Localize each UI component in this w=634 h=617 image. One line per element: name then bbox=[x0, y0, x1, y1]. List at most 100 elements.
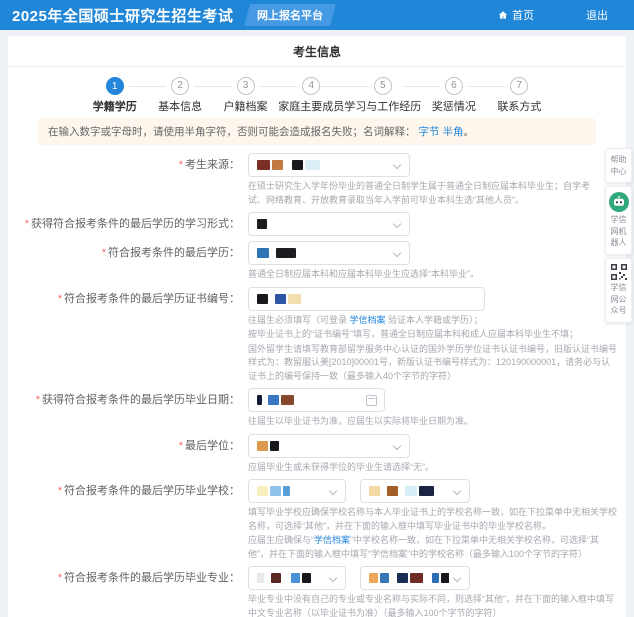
required-mark: * bbox=[58, 485, 62, 497]
step-circle: 2 bbox=[171, 77, 189, 95]
certificate-number-input[interactable] bbox=[248, 287, 485, 311]
chevron-down-icon bbox=[393, 249, 401, 257]
form-row-study-form: *获得符合报考条件的最后学历的学习形式： bbox=[8, 212, 626, 236]
required-mark: * bbox=[58, 572, 62, 584]
chevron-down-icon bbox=[393, 220, 401, 228]
step-circle: 1 bbox=[106, 77, 124, 95]
redacted-value bbox=[369, 573, 449, 583]
form-row-candidate-source: *考生来源： 在硕士研究生入学年份毕业的普通全日制学生属于普通全日制应届本科毕业… bbox=[8, 153, 626, 207]
step-indicator: 1 学籍学历 2 基本信息 3 户籍档案 4 家庭主要成员 5 学习与工作经历 … bbox=[82, 77, 552, 114]
final-degree-help: 应届毕业生或未获得学位的毕业生请选择“无”。 bbox=[248, 461, 600, 475]
step-circle: 3 bbox=[237, 77, 255, 95]
study-form-select[interactable] bbox=[248, 212, 410, 236]
candidate-source-select[interactable] bbox=[248, 153, 410, 177]
help-center-widget[interactable]: 帮助中心 bbox=[605, 148, 632, 183]
home-link[interactable]: 首页 bbox=[498, 7, 534, 23]
redacted-value bbox=[257, 160, 322, 170]
required-mark: * bbox=[179, 159, 183, 171]
graduation-date-help: 往届生以毕业证书为准，应届生以实际将毕业日期为准。 bbox=[248, 415, 600, 429]
label-text: 最后学位： bbox=[185, 440, 240, 452]
form-row-graduation-date: *获得符合报考条件的最后学历毕业日期： 往届生以毕业证书为准，应届生以实际将毕业… bbox=[8, 388, 626, 429]
redacted-value bbox=[257, 395, 296, 405]
chevron-down-icon bbox=[329, 574, 337, 582]
graduation-date-label: *获得符合报考条件的最后学历毕业日期： bbox=[8, 388, 248, 429]
candidate-info-card: 考生信息 1 学籍学历 2 基本信息 3 户籍档案 4 家庭主要成员 5 学习与… bbox=[8, 36, 626, 617]
side-widgets: 帮助中心 学信网机器人 学信网公众号 bbox=[605, 148, 632, 323]
label-text: 考生来源： bbox=[185, 159, 240, 171]
label-text: 符合报考条件的最后学历毕业专业： bbox=[64, 572, 240, 584]
label-text: 符合报考条件的最后学历证书编号： bbox=[64, 293, 240, 305]
redacted-value bbox=[257, 219, 269, 229]
help-text: 验证本人学籍或学历）； bbox=[386, 315, 483, 325]
graduation-school-help-1: 填写毕业学校应确保学校名称与本人毕业证书上的学校名称一致，如在下拉菜单中无相关学… bbox=[248, 506, 618, 533]
graduation-major-name-select[interactable] bbox=[360, 566, 470, 590]
home-icon bbox=[498, 10, 508, 20]
step-rewards[interactable]: 6 奖惩情况 bbox=[421, 77, 486, 114]
halfwidth-term-link[interactable]: 半角 bbox=[443, 126, 464, 138]
graduation-date-input[interactable] bbox=[248, 388, 385, 412]
candidate-info-form: *考生来源： 在硕士研究生入学年份毕业的普通全日制学生属于普通全日制应届本科毕业… bbox=[8, 153, 626, 617]
final-degree-select[interactable] bbox=[248, 434, 410, 458]
home-link-label: 首页 bbox=[512, 7, 534, 23]
robot-widget-label: 学信网机器人 bbox=[611, 215, 627, 247]
step-label: 家庭主要成员 bbox=[278, 98, 344, 114]
certificate-number-help-1: 往届生必须填写（可登录 学信档案 验证本人学籍或学历）； bbox=[248, 314, 600, 328]
step-family-members[interactable]: 4 家庭主要成员 bbox=[278, 77, 344, 114]
final-education-label: *符合报考条件的最后学历： bbox=[8, 241, 248, 282]
required-mark: * bbox=[25, 218, 29, 230]
redacted-value bbox=[257, 248, 298, 258]
chevron-down-icon bbox=[393, 441, 401, 449]
graduation-school-name-select[interactable] bbox=[360, 479, 470, 503]
qrcode-widget-label: 学信网公众号 bbox=[611, 283, 627, 315]
logout-link[interactable]: 退出 bbox=[586, 7, 608, 23]
graduation-major-category-select[interactable] bbox=[248, 566, 346, 590]
redacted-value bbox=[257, 486, 292, 496]
step-label: 学习与工作经历 bbox=[344, 98, 421, 114]
notice-text-end: 。 bbox=[464, 126, 475, 138]
app-title: 2025年全国硕士研究生招生考试 bbox=[12, 5, 233, 26]
required-mark: * bbox=[179, 440, 183, 452]
final-degree-label: *最后学位： bbox=[8, 434, 248, 475]
byte-term-link[interactable]: 字节 bbox=[419, 126, 440, 138]
chevron-down-icon bbox=[453, 487, 461, 495]
step-basic-info[interactable]: 2 基本信息 bbox=[147, 77, 212, 114]
help-text: 往届生必须填写（可登录 bbox=[248, 315, 350, 325]
notice-text: 在输入数字或字母时，请使用半角字符，否则可能会造成报名失败；名词解释： bbox=[48, 126, 416, 138]
robot-widget[interactable]: 学信网机器人 bbox=[605, 186, 632, 255]
step-label: 学籍学历 bbox=[82, 98, 147, 114]
redacted-value bbox=[369, 486, 436, 496]
step-contact[interactable]: 7 联系方式 bbox=[487, 77, 552, 114]
certificate-number-label: *符合报考条件的最后学历证书编号： bbox=[8, 287, 248, 384]
qrcode-icon bbox=[611, 264, 627, 280]
redacted-value bbox=[257, 573, 313, 583]
step-xueji-xueli[interactable]: 1 学籍学历 bbox=[82, 77, 147, 114]
xuexin-archive-link[interactable]: 学信档案 bbox=[350, 315, 386, 325]
graduation-school-label: *符合报考条件的最后学历毕业学校： bbox=[8, 479, 248, 561]
form-row-certificate-number: *符合报考条件的最后学历证书编号： 往届生必须填写（可登录 学信档案 验证本人学… bbox=[8, 287, 626, 384]
step-label: 奖惩情况 bbox=[421, 98, 486, 114]
certificate-number-help-3: 国外留学生请填写教育部留学服务中心认证的国外学历学位证书认证书编号，旧版认证书编… bbox=[248, 343, 618, 384]
graduation-major-help: 毕业专业中没有自己的专业或专业名称与实际不同，则选择“其他”，并在下面的输入框中… bbox=[248, 593, 618, 617]
redacted-value bbox=[257, 441, 281, 451]
graduation-school-region-select[interactable] bbox=[248, 479, 346, 503]
redacted-value bbox=[257, 294, 303, 304]
xuexin-archive-link[interactable]: 学信档案 bbox=[314, 535, 350, 545]
label-text: 符合报考条件的最后学历毕业学校： bbox=[64, 485, 240, 497]
step-circle: 7 bbox=[510, 77, 528, 95]
final-education-select[interactable] bbox=[248, 241, 410, 265]
chevron-down-icon bbox=[329, 487, 337, 495]
step-study-work[interactable]: 5 学习与工作经历 bbox=[344, 77, 421, 114]
form-row-final-education: *符合报考条件的最后学历： 普通全日制应届本科和应届本科毕业生应选择“本科毕业”… bbox=[8, 241, 626, 282]
study-form-label: *获得符合报考条件的最后学历的学习形式： bbox=[8, 212, 248, 236]
step-circle: 5 bbox=[374, 77, 392, 95]
step-circle: 4 bbox=[302, 77, 320, 95]
label-text: 符合报考条件的最后学历： bbox=[108, 247, 240, 259]
step-huji-dangan[interactable]: 3 户籍档案 bbox=[213, 77, 278, 114]
platform-badge-label: 网上报名平台 bbox=[257, 7, 323, 23]
qrcode-widget[interactable]: 学信网公众号 bbox=[605, 258, 632, 323]
calendar-icon bbox=[366, 395, 377, 406]
chevron-down-icon bbox=[453, 574, 461, 582]
step-label: 户籍档案 bbox=[213, 98, 278, 114]
final-education-help: 普通全日制应届本科和应届本科毕业生应选择“本科毕业”。 bbox=[248, 268, 600, 282]
halfwidth-notice-bar: 在输入数字或字母时，请使用半角字符，否则可能会造成报名失败；名词解释：字节半角。 bbox=[38, 118, 596, 145]
